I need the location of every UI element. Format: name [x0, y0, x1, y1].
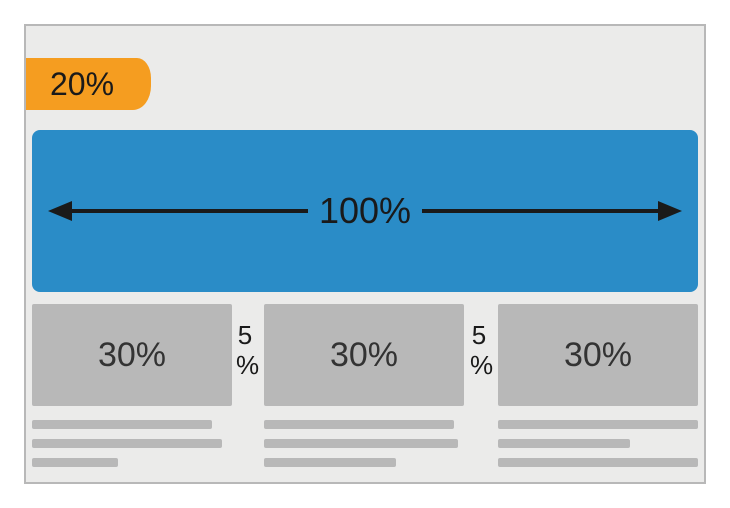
tab-width-label: 20% [26, 58, 151, 110]
placeholder-line [264, 420, 454, 429]
column-3-card: 30% [498, 304, 698, 406]
column-1-card: 30% [32, 304, 232, 406]
gap-2-number: 5 [470, 320, 488, 350]
column-2-card: 30% [264, 304, 464, 406]
gap-1-number: 5 [236, 320, 254, 350]
column-3: 30% [498, 304, 698, 477]
layout-diagram-frame: 20% 100% 30% 5 % [24, 24, 706, 484]
column-2-width-text: 30% [330, 336, 398, 375]
placeholder-line [498, 420, 698, 429]
column-1-text-lines [32, 420, 232, 467]
placeholder-line [32, 420, 212, 429]
placeholder-line [264, 439, 458, 448]
column-2: 30% [264, 304, 464, 477]
hero-band: 100% [32, 130, 698, 292]
placeholder-line [32, 439, 222, 448]
placeholder-line [264, 458, 396, 467]
placeholder-line [498, 458, 698, 467]
column-2-text-lines [264, 420, 464, 467]
placeholder-line [498, 439, 630, 448]
tab-width-text: 20% [50, 66, 114, 103]
hero-width-text: 100% [32, 190, 698, 232]
column-3-width-text: 30% [564, 336, 632, 375]
placeholder-line [32, 458, 118, 467]
column-1-width-text: 30% [98, 336, 166, 375]
column-3-text-lines [498, 420, 698, 467]
column-1: 30% [32, 304, 232, 477]
